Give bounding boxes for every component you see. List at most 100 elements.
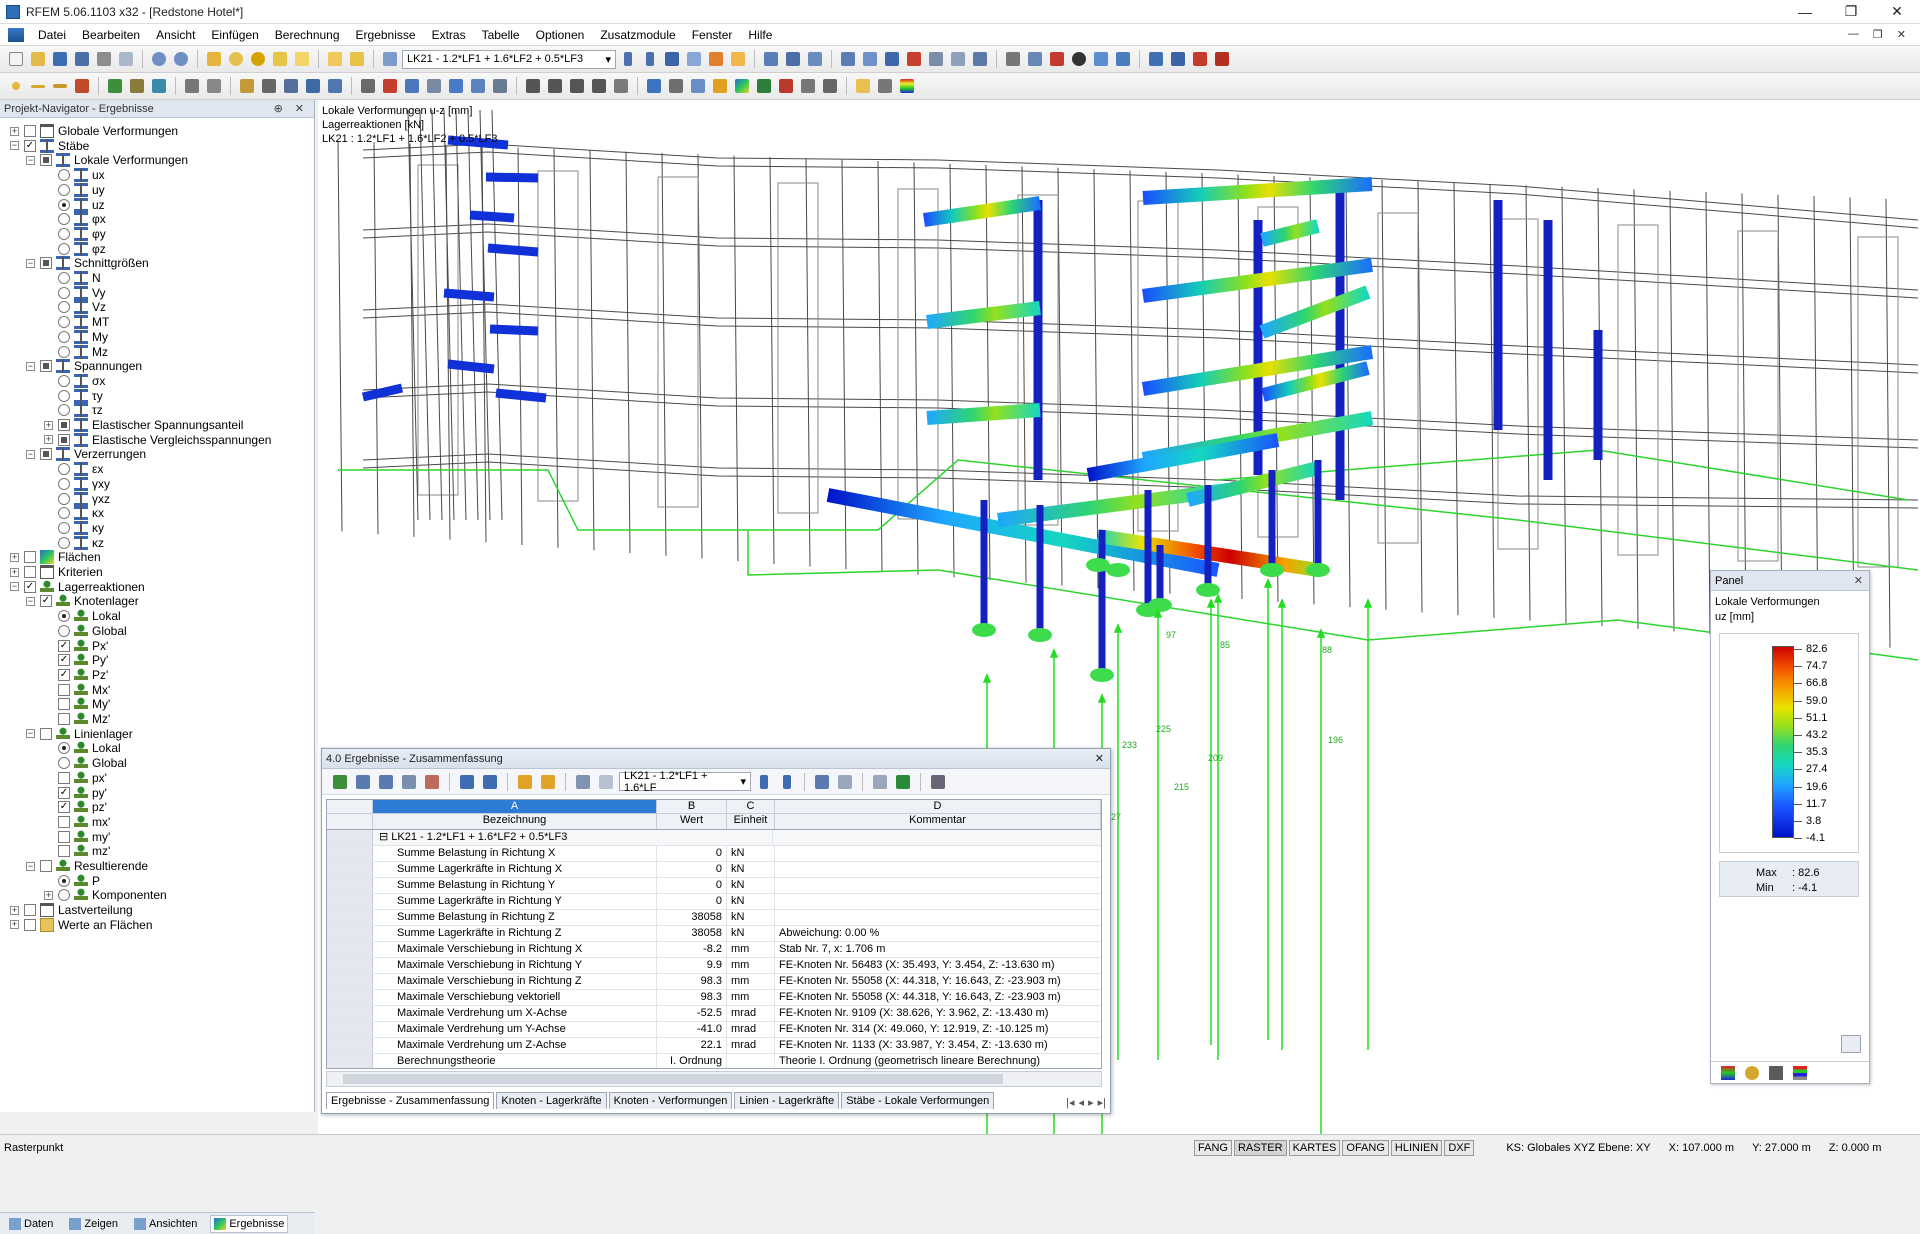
radio-button[interactable] bbox=[58, 610, 70, 623]
menu-optionen[interactable]: Optionen bbox=[528, 28, 593, 42]
checkbox[interactable] bbox=[58, 683, 70, 696]
table-row[interactable]: Summe Belastung in Richtung Y 0 kN bbox=[327, 878, 1101, 894]
menu-tabelle[interactable]: Tabelle bbox=[474, 28, 528, 42]
list-icon[interactable] bbox=[1793, 1065, 1807, 1080]
checkbox[interactable] bbox=[24, 918, 36, 931]
snap-icon[interactable] bbox=[1003, 49, 1023, 69]
cell-bezeichnung[interactable]: Maximale Verschiebung in Richtung Y bbox=[373, 958, 657, 973]
minimize-button[interactable]: — bbox=[1782, 0, 1828, 24]
deformation-icon[interactable] bbox=[706, 49, 726, 69]
cell-wert[interactable]: -41.0 bbox=[657, 1022, 727, 1037]
view-zoom-icon[interactable] bbox=[860, 49, 880, 69]
radio-button[interactable] bbox=[58, 227, 70, 240]
edit-icon[interactable] bbox=[1769, 1065, 1783, 1080]
next-loadcase-icon[interactable] bbox=[777, 772, 797, 792]
cell-bezeichnung[interactable]: Maximale Verschiebung vektoriell bbox=[373, 990, 657, 1005]
cell-einheit[interactable]: kN bbox=[727, 926, 775, 941]
checkbox[interactable] bbox=[24, 566, 36, 578]
view-select-icon[interactable] bbox=[838, 49, 858, 69]
open-folder-icon[interactable] bbox=[28, 49, 48, 69]
color-bar-icon[interactable] bbox=[1721, 1065, 1735, 1080]
tab-ergebnisse[interactable]: Ergebnisse bbox=[210, 1214, 289, 1233]
radio-button[interactable] bbox=[58, 286, 70, 299]
measure-icon[interactable] bbox=[644, 76, 664, 96]
cell-kommentar[interactable]: Theorie I. Ordnung (geometrisch lineare … bbox=[775, 1054, 1101, 1068]
previous-loadcase-icon[interactable] bbox=[618, 49, 638, 69]
animation-icon[interactable] bbox=[761, 49, 781, 69]
cell-wert[interactable]: 9.9 bbox=[657, 958, 727, 973]
search-icon[interactable] bbox=[226, 49, 246, 69]
checkbox[interactable] bbox=[58, 830, 70, 843]
previous-tab-button[interactable]: ◂ bbox=[1079, 1096, 1085, 1109]
render-icon[interactable] bbox=[1069, 49, 1089, 69]
radio-button[interactable] bbox=[58, 213, 70, 226]
menu-ergebnisse[interactable]: Ergebnisse bbox=[348, 28, 424, 42]
axes-x-icon[interactable] bbox=[523, 76, 543, 96]
table-row[interactable]: Maximale Verschiebung in Richtung Z 98.3 m… bbox=[327, 974, 1101, 990]
snap-toggle[interactable]: FANG bbox=[1194, 1139, 1232, 1156]
checkbox[interactable] bbox=[24, 125, 36, 137]
row-header[interactable] bbox=[327, 862, 373, 877]
checkbox[interactable] bbox=[58, 419, 70, 431]
expander-icon[interactable]: − bbox=[10, 141, 19, 151]
check-icon[interactable] bbox=[468, 76, 488, 96]
row-header[interactable] bbox=[327, 1006, 373, 1021]
cell-bezeichnung[interactable]: Maximale Verschiebung in Richtung Z bbox=[373, 974, 657, 989]
checkbox[interactable]: ✓ bbox=[58, 654, 70, 667]
radio-button[interactable] bbox=[58, 345, 70, 358]
dimension-icon[interactable] bbox=[358, 76, 378, 96]
table-row[interactable]: Maximale Verdrehung um Z-Achse 22.1 mrad FE… bbox=[327, 1038, 1101, 1054]
load-member-icon[interactable] bbox=[204, 76, 224, 96]
scale-icon[interactable] bbox=[1745, 1065, 1759, 1080]
radio-button[interactable] bbox=[58, 404, 70, 417]
navigator-close-button[interactable]: ✕ bbox=[295, 102, 304, 115]
expander-icon[interactable]: + bbox=[10, 552, 19, 562]
checkbox[interactable] bbox=[24, 904, 36, 917]
cell-einheit[interactable]: kN bbox=[727, 878, 775, 893]
light-icon[interactable] bbox=[1091, 49, 1111, 69]
view-front-icon[interactable] bbox=[970, 49, 990, 69]
print-report-icon[interactable] bbox=[116, 49, 136, 69]
cell-bezeichnung[interactable]: Summe Belastung in Richtung X bbox=[373, 846, 657, 861]
tab-zeigen[interactable]: Zeigen bbox=[66, 1216, 121, 1232]
expander-icon[interactable]: − bbox=[26, 729, 35, 739]
mdi-restore-button[interactable]: ❐ bbox=[1873, 28, 1883, 41]
node-icon[interactable] bbox=[6, 76, 26, 96]
sort-icon[interactable] bbox=[353, 772, 373, 792]
mesh-icon[interactable] bbox=[446, 76, 466, 96]
cell-wert[interactable]: 0 bbox=[657, 878, 727, 893]
checkbox[interactable] bbox=[58, 845, 70, 858]
radio-button[interactable] bbox=[58, 301, 70, 314]
row-header[interactable] bbox=[327, 974, 373, 989]
cell-einheit[interactable]: kN bbox=[727, 894, 775, 909]
cell-einheit[interactable]: mrad bbox=[727, 1038, 775, 1053]
open-model-icon[interactable] bbox=[50, 49, 70, 69]
cell-wert[interactable]: 98.3 bbox=[657, 990, 727, 1005]
results-table-icon[interactable] bbox=[325, 49, 345, 69]
radio-button[interactable] bbox=[58, 477, 70, 490]
delete-rows-icon[interactable] bbox=[422, 772, 442, 792]
display-icon[interactable] bbox=[270, 49, 290, 69]
radio-button[interactable] bbox=[58, 507, 70, 520]
next-tab-button[interactable]: ▸ bbox=[1088, 1096, 1094, 1109]
checkbox[interactable] bbox=[58, 815, 70, 828]
next-table-icon[interactable] bbox=[480, 772, 500, 792]
expander-icon[interactable]: − bbox=[26, 596, 35, 606]
table-icon[interactable] bbox=[292, 49, 312, 69]
menu-einfuegen[interactable]: Einfügen bbox=[203, 28, 266, 42]
checkbox[interactable]: ✓ bbox=[40, 595, 52, 608]
cell-bezeichnung[interactable]: Summe Lagerkräfte in Richtung X bbox=[373, 862, 657, 877]
load-nodal-icon[interactable] bbox=[182, 76, 202, 96]
table-row[interactable]: Maximale Verdrehung um X-Achse -52.5 mrad F… bbox=[327, 1006, 1101, 1022]
cell-kommentar[interactable]: FE-Knoten Nr. 55058 (X: 44.318, Y: 16.64… bbox=[775, 990, 1101, 1005]
checkbox[interactable] bbox=[58, 771, 70, 784]
save-icon[interactable] bbox=[72, 49, 92, 69]
row-header[interactable] bbox=[327, 846, 373, 861]
legend-icon[interactable] bbox=[897, 76, 917, 96]
expander-icon[interactable]: − bbox=[26, 258, 35, 268]
expander-icon[interactable]: − bbox=[10, 582, 19, 592]
row-header[interactable] bbox=[327, 958, 373, 973]
axes-z-icon[interactable] bbox=[567, 76, 587, 96]
column-a[interactable]: A Bezeichnung bbox=[373, 800, 657, 829]
radio-button[interactable] bbox=[58, 183, 70, 196]
